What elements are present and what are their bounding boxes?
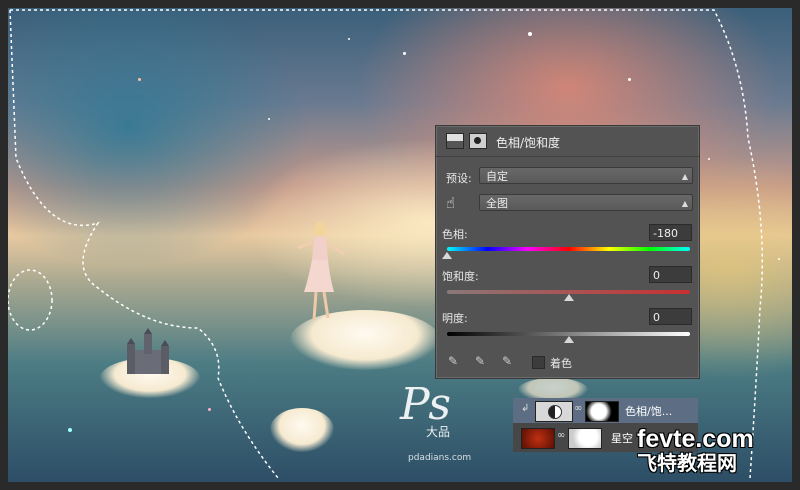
channel-value: 全图 [486,197,508,210]
saturation-label: 饱和度: [442,270,479,283]
preset-value: 自定 [486,170,508,183]
mask-icon[interactable] [469,133,487,149]
link-icon: ∞ [574,403,583,414]
ps-logo-sub: 大品 [426,425,451,439]
hue-value-field[interactable]: -180 [649,224,692,241]
site-logo: fevte.com 飞特教程网 [637,426,797,474]
photoshop-workspace: 色相/饱和度 预设: 自定 ▲ ☝ 全图 ▲ 色相: -180 饱和度: 0 明… [0,0,800,490]
dropdown-arrow-icon: ▲ [681,172,688,181]
adjustment-layer-thumbnail [535,401,573,422]
lightness-slider-thumb[interactable] [563,336,574,343]
colorize-label: 着色 [550,357,572,370]
saturation-slider-thumb[interactable] [563,294,574,301]
channel-dropdown[interactable]: 全图 ▲ [479,194,693,211]
lightness-label: 明度: [442,312,468,325]
link-icon: ∞ [557,430,566,441]
hue-slider-thumb[interactable] [442,252,452,259]
eyedropper-icon[interactable]: ✎ [446,354,460,368]
eyedropper-plus-icon[interactable]: ✎ [473,354,487,368]
image-layer-thumbnail [521,428,555,449]
preset-label: 预设: [446,172,472,185]
adjustment-layer-row[interactable]: ↲ ∞ 色相/饱... [513,398,698,423]
image-layer-name: 星空 [611,432,633,445]
panel-header: 色相/饱和度 [436,126,699,157]
ps-logo: Ps [400,379,452,430]
adjustment-icon[interactable] [446,133,464,149]
adjustment-layer-name: 色相/饱... [625,405,673,418]
ps-watermark: Ps 大品 pdadians.com [400,379,471,464]
hue-slider-track[interactable] [447,247,690,251]
layer-mask-thumbnail [568,428,602,449]
preset-dropdown[interactable]: 自定 ▲ [479,167,693,184]
panel-title: 色相/饱和度 [496,136,561,150]
ps-logo-url: pdadians.com [408,453,472,463]
hue-label: 色相: [442,228,468,241]
saturation-value-field[interactable]: 0 [649,266,692,283]
colorize-checkbox[interactable] [532,356,545,369]
adjustment-icon [548,405,562,419]
site-logo-sub: 飞特教程网 [637,451,737,475]
site-logo-text: fevte.com [637,425,754,453]
eyedropper-minus-icon[interactable]: ✎ [500,354,514,368]
layer-mask-thumbnail [585,401,619,422]
hand-tool-icon[interactable]: ☝ [446,194,455,212]
lightness-value-field[interactable]: 0 [649,308,692,325]
hue-saturation-panel: 色相/饱和度 预设: 自定 ▲ ☝ 全图 ▲ 色相: -180 饱和度: 0 明… [435,125,700,379]
clip-arrow-icon: ↲ [521,403,530,414]
dropdown-arrow-icon: ▲ [681,199,688,208]
